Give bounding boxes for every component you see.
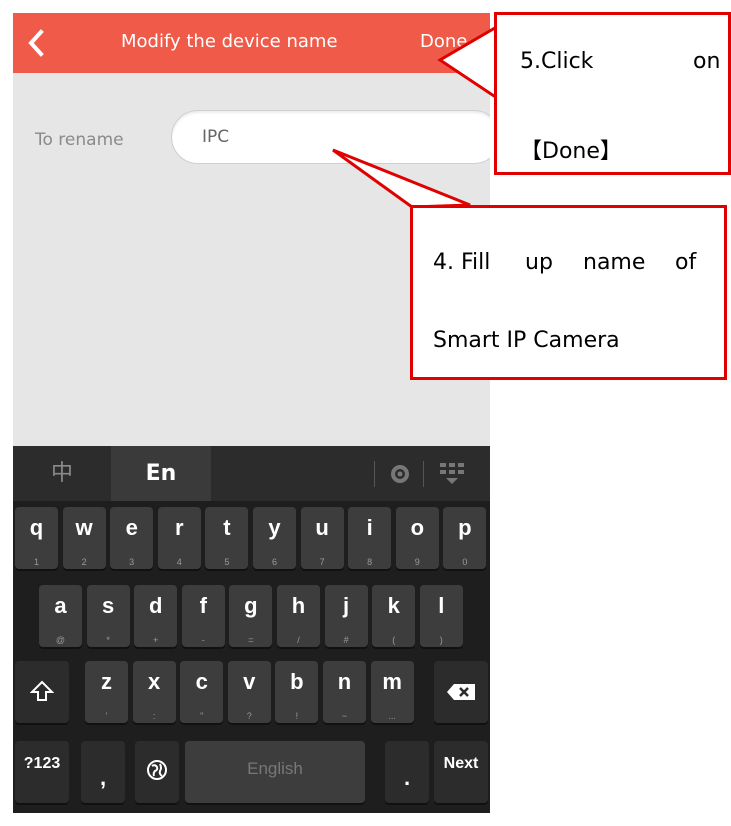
callout-pointer-step4 xyxy=(332,148,471,209)
callout-step4-word4: of xyxy=(675,250,697,275)
callout-step4: 4. Fill up name of Smart IP Camera xyxy=(410,205,727,380)
callout-step4-word2: up xyxy=(525,250,553,275)
callout-step4-line2: Smart IP Camera xyxy=(433,328,620,353)
callout-step4-word1: 4. Fill xyxy=(433,250,491,275)
callout-step5: 5.Click on 【Done】 xyxy=(494,12,731,175)
callout-step5-on: on xyxy=(693,49,721,74)
callout-step4-word3: name xyxy=(583,250,646,275)
callout-step5-line1: 5.Click xyxy=(520,49,594,74)
callout-pointer-step5 xyxy=(437,22,502,103)
callout-step5-line2: 【Done】 xyxy=(520,139,622,164)
